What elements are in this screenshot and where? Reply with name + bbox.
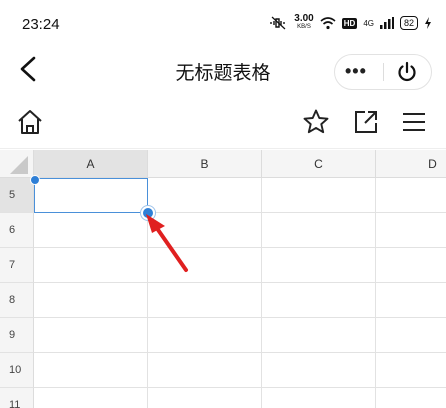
row-header-6[interactable]: 6 [0,213,34,248]
cell-a8[interactable] [34,283,148,318]
cell-a9[interactable] [34,318,148,353]
signal-icon [379,17,394,29]
cell-a11[interactable] [34,388,148,408]
cell-selection-outline [34,178,148,213]
menu-icon[interactable] [400,108,428,136]
corner-triangle-icon [10,156,28,174]
cell-d5[interactable] [376,178,446,213]
share-export-icon[interactable] [352,108,380,136]
cell-d10[interactable] [376,353,446,388]
cell-d7[interactable] [376,248,446,283]
status-icons: 3.00 KB/S HD 4G 82 [270,14,432,32]
selection-start-handle[interactable] [30,175,40,185]
mini-program-capsule: ••• [334,54,432,90]
cell-c6[interactable] [262,213,376,248]
more-options-button[interactable]: ••• [345,61,367,82]
column-header-c[interactable]: C [262,150,376,178]
row-header-11[interactable]: 11 [0,388,34,408]
column-header-b[interactable]: B [148,150,262,178]
select-all-corner[interactable] [0,150,34,178]
cell-b11[interactable] [148,388,262,408]
status-time: 23:24 [22,16,60,33]
cell-a10[interactable] [34,353,148,388]
spreadsheet-grid[interactable]: A B C D 5 6 7 8 9 10 11 [0,150,446,408]
cell-a6[interactable] [34,213,148,248]
network-type: 4G [363,18,374,28]
wifi-icon [320,17,336,30]
charging-icon [425,17,431,29]
cell-d8[interactable] [376,283,446,318]
cell-d6[interactable] [376,213,446,248]
cell-d11[interactable] [376,388,446,408]
cell-b5[interactable] [148,178,262,213]
battery-indicator: 82 [399,16,418,30]
close-power-icon[interactable] [396,61,418,83]
cell-b10[interactable] [148,353,262,388]
cell-c9[interactable] [262,318,376,353]
status-bar: 23:24 3.00 KB/S HD 4G 82 [0,0,446,42]
star-icon[interactable] [302,108,330,136]
title-bar: 无标题表格 ••• [0,42,446,96]
row-header-10[interactable]: 10 [0,353,34,388]
cell-c10[interactable] [262,353,376,388]
toolbar [0,96,446,149]
row-header-7[interactable]: 7 [0,248,34,283]
cell-a7[interactable] [34,248,148,283]
cell-d9[interactable] [376,318,446,353]
cell-c11[interactable] [262,388,376,408]
row-header-5[interactable]: 5 [0,178,34,213]
network-speed-value: 3.00 [294,13,314,24]
cell-c8[interactable] [262,283,376,318]
network-speed-unit: KB/S [297,24,311,30]
home-icon[interactable] [16,108,44,136]
network-speed: 3.00 KB/S [294,13,314,31]
hd-badge: HD [341,17,358,29]
column-header-a[interactable]: A [34,150,148,178]
mute-vibrate-icon [270,16,286,30]
cell-b9[interactable] [148,318,262,353]
row-header-9[interactable]: 9 [0,318,34,353]
red-pointer-arrow-icon [146,214,188,272]
column-header-d[interactable]: D [376,150,446,178]
cell-b8[interactable] [148,283,262,318]
row-header-8[interactable]: 8 [0,283,34,318]
cell-c7[interactable] [262,248,376,283]
capsule-divider [383,63,384,81]
cell-c5[interactable] [262,178,376,213]
